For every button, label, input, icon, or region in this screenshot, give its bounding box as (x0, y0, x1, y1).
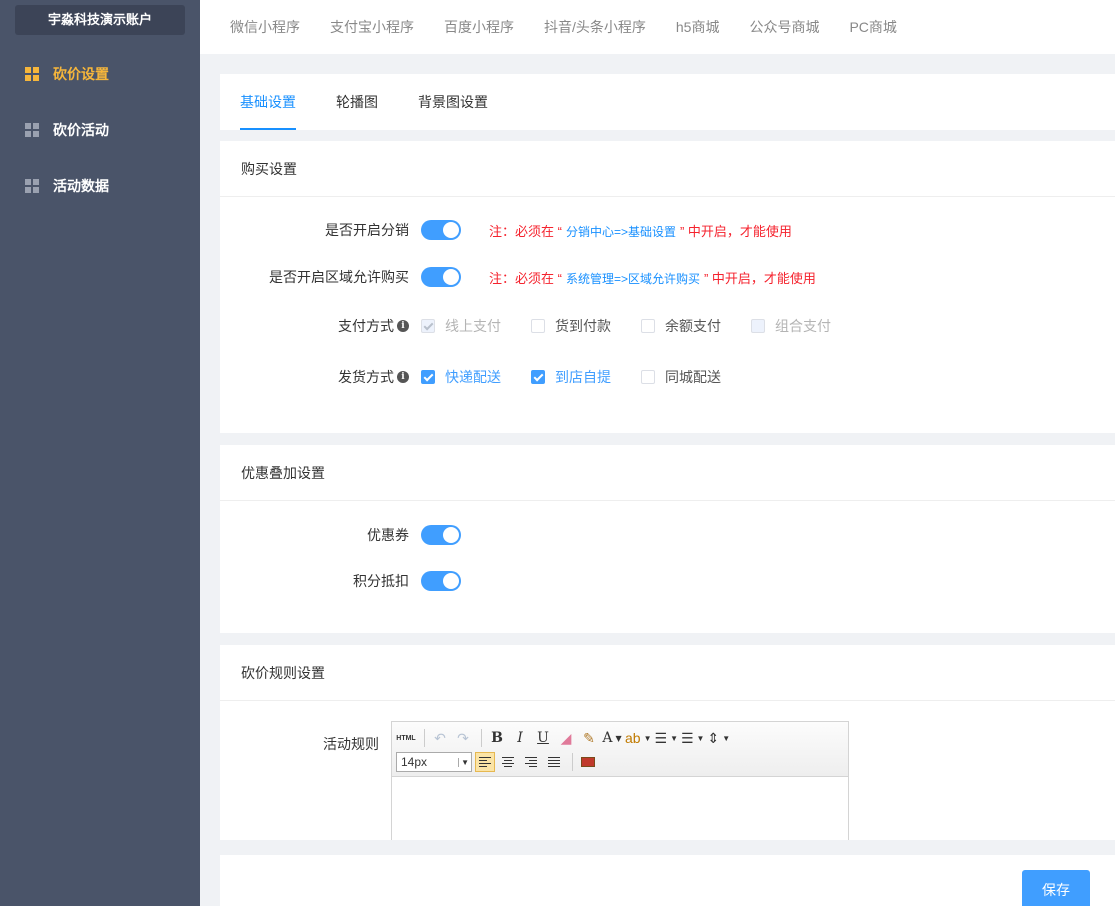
checkbox-box (531, 319, 545, 333)
tab-h5-mall[interactable]: h5商城 (676, 17, 720, 37)
checkbox-box (641, 370, 655, 384)
payment-row: 支付方式 i 线上支付 货到付款 余额支付 组合支付 (220, 316, 861, 336)
rules-settings-card: 砍价规则设置 活动规则 HTML ↶ ↷ B I U ◢ ✎ A▼ ab▼ (220, 645, 1115, 840)
distribution-row: 是否开启分销 注：必须在 “分销中心=>基础设置” 中开启，才能使用 (220, 220, 792, 240)
insert-image-icon[interactable] (578, 752, 598, 772)
grid-icon (25, 67, 39, 81)
sidebar-item-label: 活动数据 (53, 178, 109, 194)
undo-icon[interactable]: ↶ (430, 728, 450, 748)
note-link[interactable]: 分销中心=>基础设置 (566, 225, 676, 239)
shipping-row: 发货方式 i 快递配送 到店自提 同城配送 (220, 367, 751, 387)
section-title: 优惠叠加设置 (220, 445, 1115, 501)
editor-toolbar: HTML ↶ ↷ B I U ◢ ✎ A▼ ab▼ ☰▼ ☰▼ ⇕▼ (392, 722, 848, 777)
line-height-icon[interactable]: ⇕ ▼ (707, 728, 730, 748)
shipping-local-checkbox[interactable]: 同城配送 (641, 367, 721, 387)
checkbox-box (641, 319, 655, 333)
coupon-row: 优惠券 (220, 525, 461, 545)
font-color-button[interactable]: A ▼ (602, 728, 622, 748)
coupon-switch[interactable] (421, 525, 461, 545)
sidebar-item-bargain-activity[interactable]: 砍价活动 (0, 110, 200, 150)
tab-baidu-miniprogram[interactable]: 百度小程序 (444, 17, 514, 37)
italic-button[interactable]: I (510, 728, 530, 748)
shipping-options: 快递配送 到店自提 同城配送 (421, 367, 751, 387)
save-button[interactable]: 保存 (1022, 870, 1090, 906)
points-row: 积分抵扣 (220, 571, 461, 591)
tab-basic-settings[interactable]: 基础设置 (240, 74, 296, 130)
tab-wechat-miniprogram[interactable]: 微信小程序 (230, 17, 300, 37)
field-label: 优惠券 (367, 527, 409, 543)
platform-tabs: 微信小程序 支付宝小程序 百度小程序 抖音/头条小程序 h5商城 公众号商城 P… (200, 0, 1115, 54)
checkbox-box (751, 319, 765, 333)
eraser-icon[interactable]: ◢ (556, 728, 576, 748)
field-label: 积分抵扣 (353, 573, 409, 589)
tab-carousel[interactable]: 轮播图 (336, 74, 378, 130)
field-label: 是否开启区域允许购买 (269, 269, 409, 285)
grid-icon (25, 123, 39, 137)
underline-button[interactable]: U (533, 728, 553, 748)
align-justify-icon[interactable] (544, 752, 564, 772)
rich-text-editor: HTML ↶ ↷ B I U ◢ ✎ A▼ ab▼ ☰▼ ☰▼ ⇕▼ (391, 721, 849, 840)
checkbox-box (531, 370, 545, 384)
tab-douyin-miniprogram[interactable]: 抖音/头条小程序 (544, 17, 646, 37)
sidebar: 宇淼科技演示账户 砍价设置 砍价活动 活动数据 (0, 0, 200, 906)
distribution-switch[interactable] (421, 220, 461, 240)
bold-button[interactable]: B (487, 728, 507, 748)
payment-balance-checkbox[interactable]: 余额支付 (641, 316, 721, 336)
points-switch[interactable] (421, 571, 461, 591)
checkbox-box (421, 370, 435, 384)
align-center-icon[interactable] (498, 752, 518, 772)
payment-online-checkbox[interactable]: 线上支付 (421, 316, 501, 336)
rules-row: 活动规则 (220, 734, 379, 754)
align-right-icon[interactable] (521, 752, 541, 772)
tab-official-account-mall[interactable]: 公众号商城 (749, 17, 819, 37)
tab-background-settings[interactable]: 背景图设置 (418, 74, 488, 130)
region-row: 是否开启区域允许购买 注：必须在 “系统管理=>区域允许购买” 中开启，才能使用 (220, 267, 816, 287)
info-icon[interactable]: i (397, 320, 409, 332)
shipping-express-checkbox[interactable]: 快递配送 (421, 367, 501, 387)
payment-combined-checkbox[interactable]: 组合支付 (751, 316, 831, 336)
discount-settings-card: 优惠叠加设置 优惠券 积分抵扣 (220, 445, 1115, 633)
redo-icon[interactable]: ↷ (453, 728, 473, 748)
region-note: 注：必须在 “系统管理=>区域允许购买” 中开启，才能使用 (489, 270, 816, 286)
payment-cod-checkbox[interactable]: 货到付款 (531, 316, 611, 336)
footer-bar: 保存 (220, 855, 1115, 906)
sidebar-item-label: 砍价设置 (53, 66, 109, 82)
field-label: 是否开启分销 (325, 222, 409, 238)
section-title: 砍价规则设置 (220, 645, 1115, 701)
html-source-button[interactable]: HTML (396, 728, 416, 748)
field-label: 发货方式 i (220, 367, 409, 387)
tab-pc-mall[interactable]: PC商城 (849, 17, 896, 37)
checkbox-box (421, 319, 435, 333)
section-title: 购买设置 (220, 141, 1115, 197)
field-label: 支付方式 i (220, 316, 409, 336)
payment-options: 线上支付 货到付款 余额支付 组合支付 (421, 316, 861, 336)
format-painter-icon[interactable]: ✎ (579, 728, 599, 748)
tab-alipay-miniprogram[interactable]: 支付宝小程序 (330, 17, 414, 37)
info-icon[interactable]: i (397, 371, 409, 383)
region-switch[interactable] (421, 267, 461, 287)
grid-icon (25, 179, 39, 193)
account-name[interactable]: 宇淼科技演示账户 (15, 5, 185, 35)
purchase-settings-card: 购买设置 是否开启分销 注：必须在 “分销中心=>基础设置” 中开启，才能使用 … (220, 141, 1115, 433)
highlight-icon[interactable]: ab ▼ (625, 728, 652, 748)
settings-tabs: 基础设置 轮播图 背景图设置 (220, 74, 1115, 130)
field-label: 活动规则 (323, 736, 379, 752)
align-left-icon[interactable] (475, 752, 495, 772)
shipping-pickup-checkbox[interactable]: 到店自提 (531, 367, 611, 387)
font-size-select[interactable]: 14px ▼ (396, 752, 472, 772)
note-link[interactable]: 系统管理=>区域允许购买 (566, 272, 700, 286)
distribution-note: 注：必须在 “分销中心=>基础设置” 中开启，才能使用 (489, 223, 792, 239)
unordered-list-icon[interactable]: ☰ ▼ (681, 728, 704, 748)
sidebar-item-bargain-settings[interactable]: 砍价设置 (0, 54, 200, 94)
sidebar-item-label: 砍价活动 (53, 122, 109, 138)
sidebar-item-activity-data[interactable]: 活动数据 (0, 166, 200, 206)
ordered-list-icon[interactable]: ☰ ▼ (655, 728, 678, 748)
